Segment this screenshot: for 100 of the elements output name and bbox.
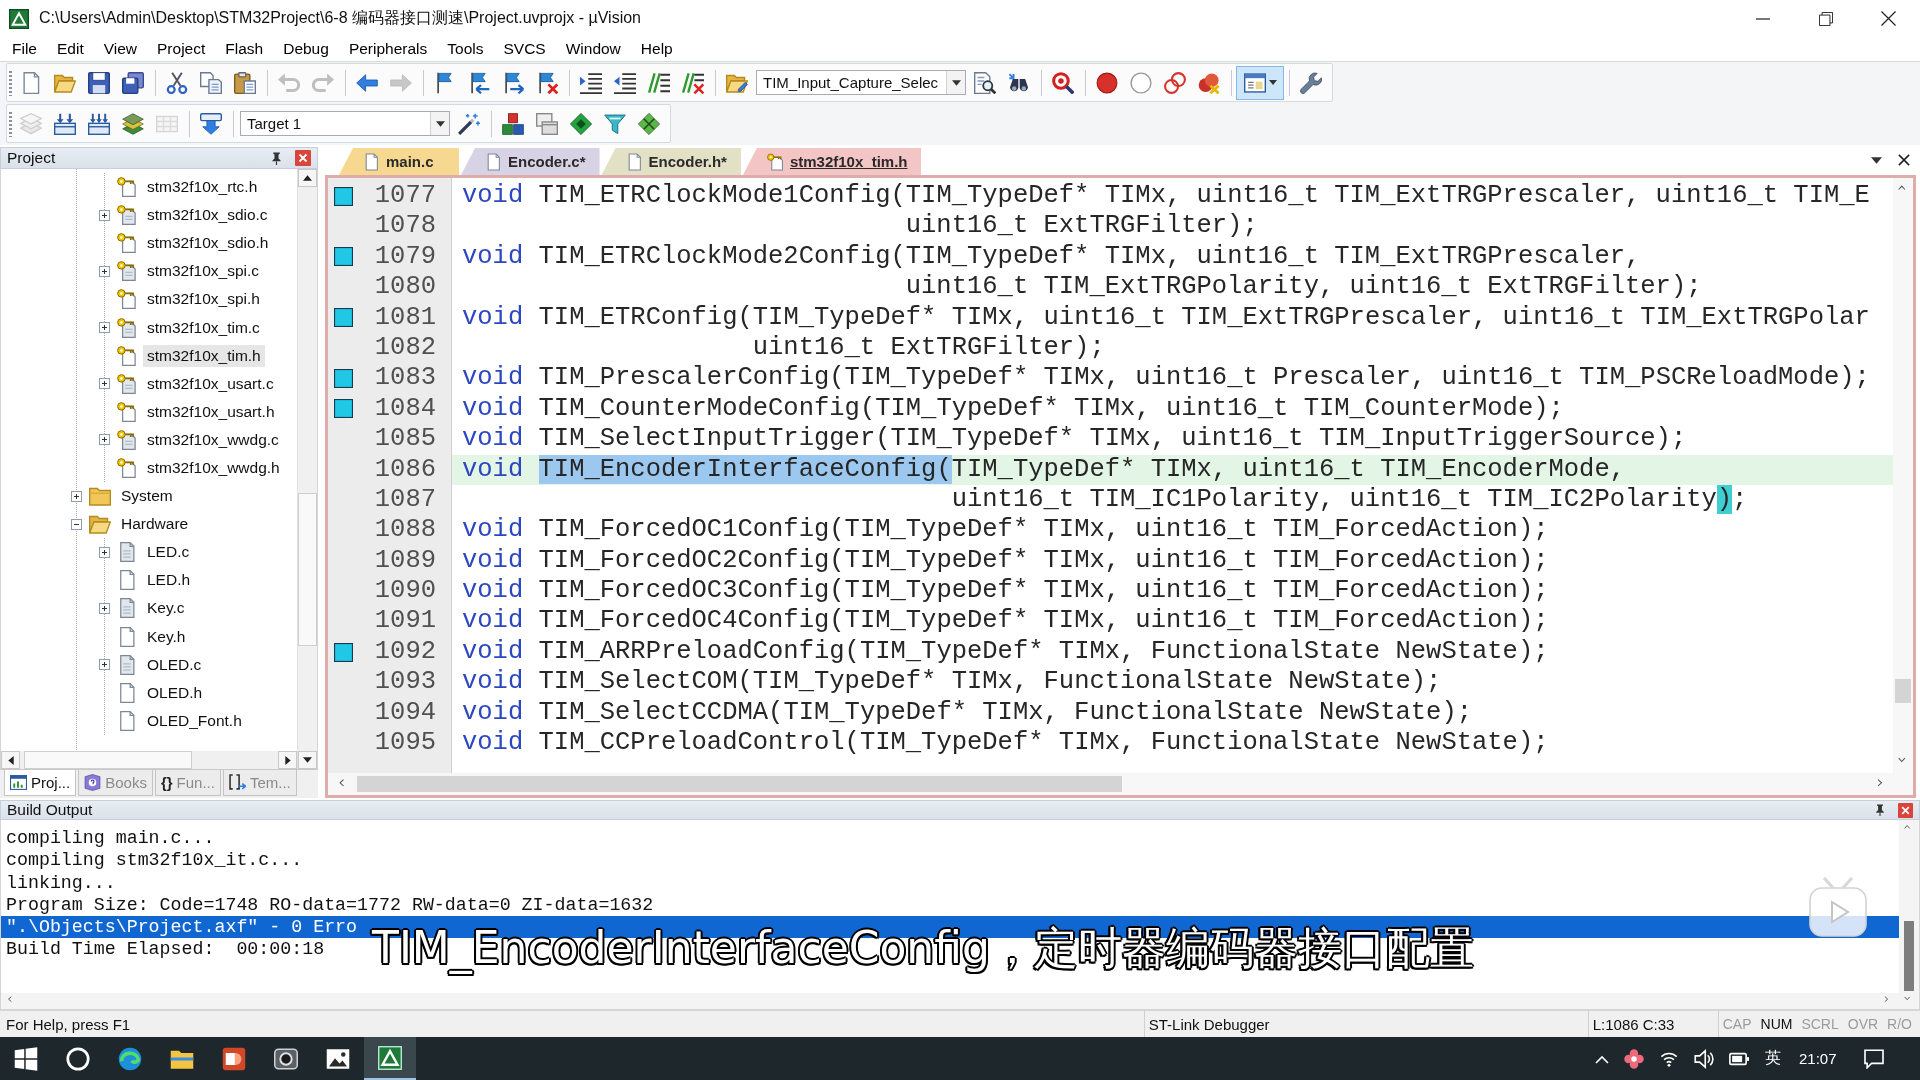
caret-down-icon[interactable] (1871, 156, 1882, 164)
menu-item[interactable]: SVCS (493, 39, 556, 59)
output-line: Program Size: Code=1748 RO-data=1772 RW-data=0 ZI-data=1632 (6, 893, 654, 917)
window-title: C:\Users\Admin\Desktop\STM32Project\6-8 编码器接口测速\Project.uvprojx - µVision (39, 8, 641, 28)
menu-item[interactable]: Tools (437, 39, 494, 59)
menu-item[interactable]: Window (555, 39, 631, 59)
close-icon[interactable] (1898, 154, 1910, 166)
line-number: 1081 (373, 302, 436, 333)
cursor-position: L:1086 C:33 (1592, 1015, 1675, 1033)
diamond-grid-icon (638, 112, 660, 135)
window-layout-button[interactable] (1236, 65, 1284, 100)
code-line: uint16_t TIM_ExtTRGPolarity, uint16_t ExtTRGFilter); (905, 272, 1702, 303)
speaker-icon[interactable] (1694, 1048, 1715, 1069)
minus-box-icon[interactable] (70, 518, 82, 530)
plus-box-icon[interactable] (98, 546, 110, 558)
pages-icon (200, 71, 222, 94)
menu-item[interactable]: Project (147, 39, 216, 59)
key-indicator: NUM (1760, 1016, 1793, 1032)
taskbar-clock[interactable]: 21:07 (1798, 1050, 1837, 1067)
video-subtitle: TIM_EncoderInterfaceConfig，定时器编码器接口配置 (372, 922, 1474, 974)
menu-item[interactable]: Edit (47, 39, 94, 59)
file-tab[interactable]: main.c (339, 148, 459, 175)
panel-tab[interactable]: {} Fun... (154, 770, 221, 796)
plus-box-icon[interactable] (98, 602, 110, 614)
file-tab[interactable]: Encoder.c* (461, 148, 600, 175)
plus-box-icon[interactable] (98, 434, 110, 446)
menu-item[interactable]: Help (630, 39, 683, 59)
plus-box-icon[interactable] (98, 322, 110, 333)
pin-icon[interactable] (270, 150, 283, 166)
tree-item[interactable]: Key.h (143, 625, 190, 648)
horizontal-scrollbar[interactable] (1, 993, 1899, 1009)
flower-icon[interactable] (1624, 1048, 1645, 1069)
line-number: 1091 (373, 606, 436, 637)
close-icon (1881, 11, 1896, 26)
plus-box-icon[interactable] (70, 490, 82, 502)
plus-box-icon[interactable] (98, 378, 110, 390)
file-tab[interactable]: stm32f10x_tim.h (742, 148, 922, 175)
tree-item[interactable]: OLED_Font.h (143, 709, 246, 732)
triangle-up-icon (303, 175, 312, 181)
tree-item[interactable]: OLED.c (143, 653, 206, 676)
circle-outline-icon (1130, 71, 1152, 94)
line-number: 1086 (373, 454, 436, 485)
tree-item[interactable]: Key.c (143, 597, 189, 620)
file-tab[interactable]: Encoder.h* (601, 148, 741, 175)
output-line: linking... (6, 871, 116, 894)
right-arrow-icon (390, 71, 412, 94)
vertical-scrollbar[interactable] (1893, 178, 1913, 773)
code-line: void TIM_CCPreloadControl(TIM_TypeDef* TIMx, FunctionalState NewState); (462, 728, 1549, 759)
code-line: void TIM_SelectInputTrigger(TIM_TypeDef* TIMx, uint16_t TIM_InputTriggerSource); (462, 424, 1687, 455)
line-number: 1092 (373, 636, 436, 668)
line-number: 1085 (373, 424, 436, 455)
menu-item[interactable]: View (93, 39, 148, 59)
toolbar-grip[interactable] (9, 69, 12, 96)
scrollbar-thumb[interactable] (1895, 679, 1911, 703)
menu-item[interactable]: File (2, 39, 47, 59)
key-indicator: SCRL (1801, 1016, 1839, 1032)
chart-window-icon (10, 774, 27, 791)
plus-box-icon[interactable] (98, 265, 110, 277)
unindent-lines-icon (614, 71, 636, 94)
tree-item[interactable]: LED.c (143, 541, 194, 564)
app-logo-icon (9, 8, 29, 29)
scrollbar-thumb[interactable] (357, 776, 1122, 792)
dropdown[interactable]: Target 1 (240, 111, 450, 136)
tree-item[interactable]: LED.h (143, 569, 195, 592)
filled-circle-icon (1096, 71, 1118, 94)
debugger-name: ST-Link Debugger (1148, 1015, 1270, 1033)
input-method-indicator[interactable]: 英 (1764, 1048, 1781, 1069)
wifi-icon[interactable] (1659, 1050, 1680, 1067)
tree-item[interactable]: OLED.h (143, 681, 207, 704)
plus-box-icon[interactable] (98, 209, 110, 221)
notification-icon[interactable] (1864, 1048, 1884, 1069)
key-page-icon (766, 152, 784, 171)
tree-item[interactable]: Hardware (117, 513, 193, 536)
code-line: void TIM_SelectCCDMA(TIM_TypeDef* TIMx, FunctionalState NewState); (462, 697, 1472, 729)
output-line: compiling stm32f10x_it.c... (6, 849, 303, 872)
menu-item[interactable]: Peripherals (338, 39, 438, 59)
menu-item[interactable]: Debug (273, 39, 339, 59)
output-line: compiling main.c... (6, 827, 215, 850)
dropdown[interactable]: TIM_Input_Capture_Selec (756, 70, 966, 95)
horizontal-scrollbar[interactable] (328, 773, 1913, 795)
funnel-icon (604, 112, 626, 135)
tree-item[interactable]: System (117, 485, 177, 508)
line-number: 1088 (373, 515, 436, 546)
line-number: 1095 (373, 728, 436, 759)
vertical-scrollbar[interactable] (1899, 820, 1919, 1009)
play-icon[interactable] (1806, 876, 1870, 940)
scrollbar-thumb[interactable] (298, 493, 317, 646)
plus-box-icon[interactable] (98, 659, 110, 671)
scrollbar-thumb[interactable] (1904, 921, 1914, 991)
menu-item[interactable]: Flash (215, 39, 274, 59)
pin-icon[interactable] (1874, 803, 1886, 817)
line-number: 1089 (373, 545, 436, 577)
vertical-scrollbar[interactable] (297, 169, 317, 769)
chevron-up-icon[interactable] (1595, 1053, 1610, 1064)
panel-tab[interactable]: Proj... (4, 770, 77, 796)
toolbar-grip[interactable] (9, 110, 12, 137)
scrollbar-thumb[interactable] (24, 751, 192, 769)
taskbar-app-button[interactable] (364, 1037, 416, 1080)
camera-icon (274, 1046, 298, 1071)
horizontal-scrollbar[interactable] (1, 751, 297, 769)
